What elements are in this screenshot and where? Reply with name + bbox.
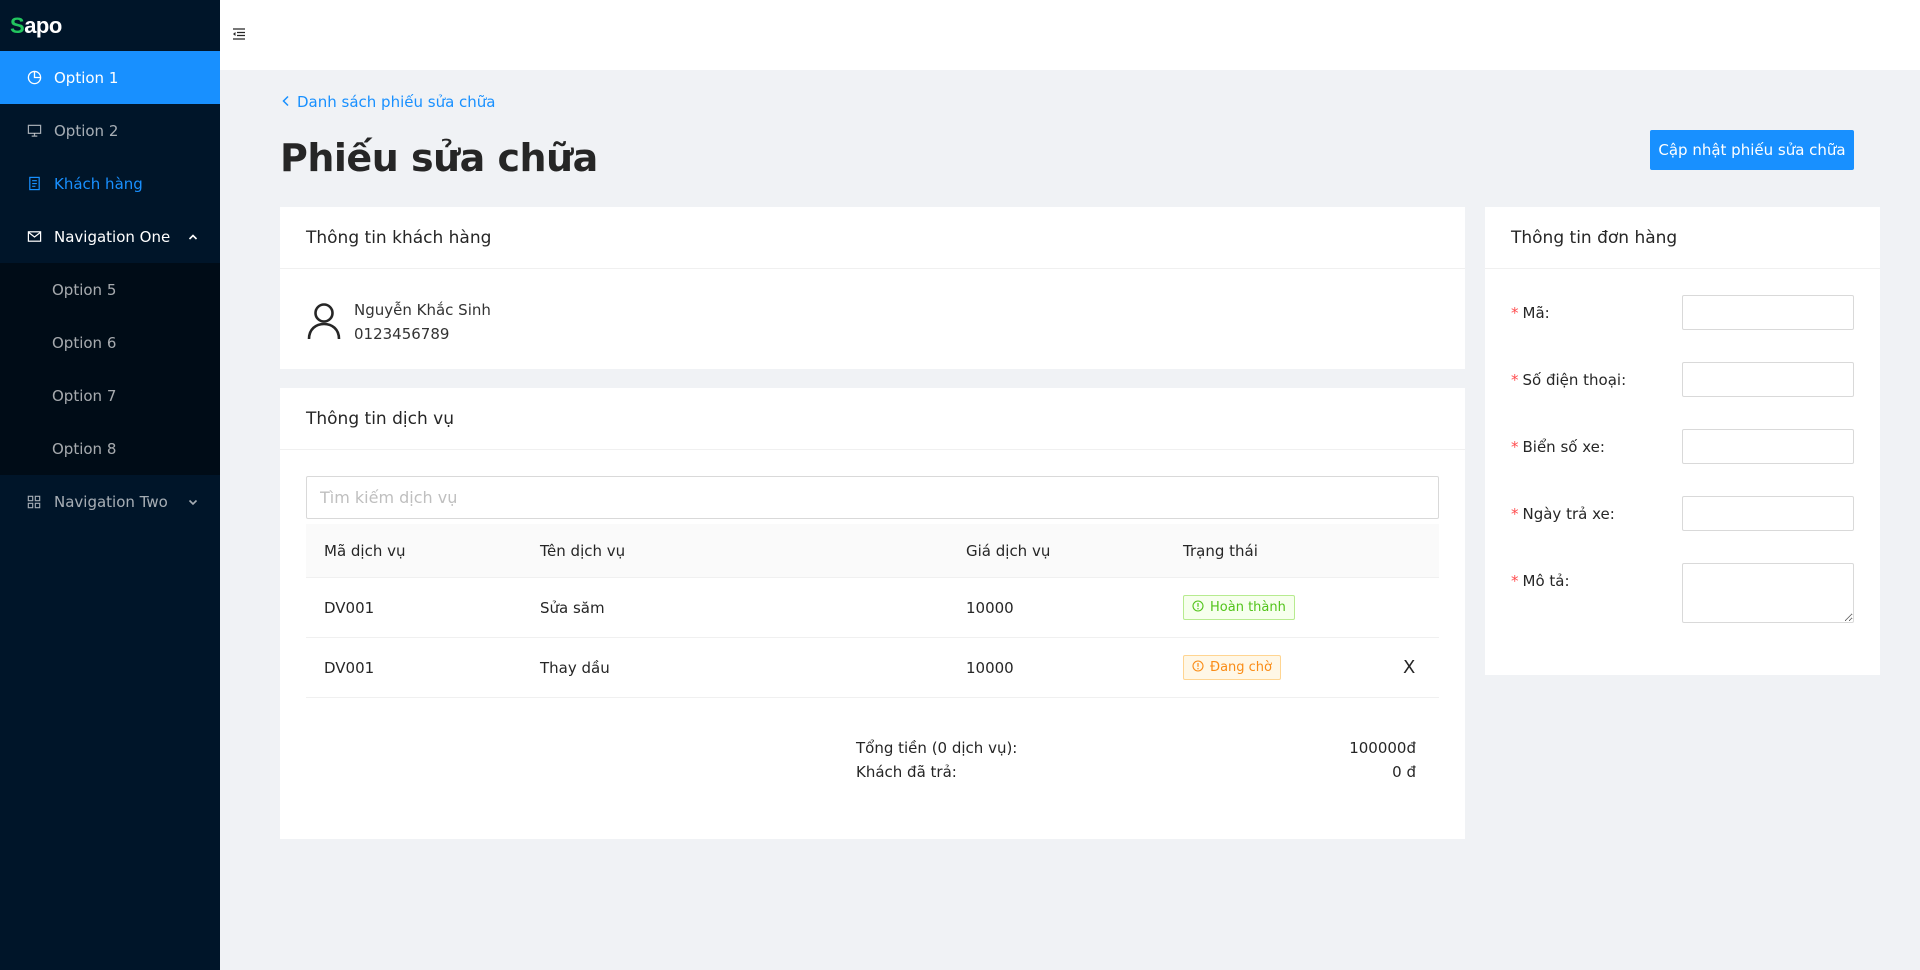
customer-name: Nguyễn Khắc Sinh <box>354 301 491 319</box>
chevron-down-icon <box>188 493 198 511</box>
service-code: DV001 <box>324 658 375 677</box>
form-row-plate: * Biển số xe: <box>1511 429 1854 464</box>
appstore-icon <box>26 494 42 510</box>
customer-card-title: Thông tin khách hàng <box>280 207 1465 269</box>
sidebar-item-label: Option 5 <box>52 280 117 299</box>
exclamation-circle-icon <box>1192 599 1204 616</box>
field-label: * Số điện thoại: <box>1511 370 1627 389</box>
form-row-return-date: * Ngày trả xe: <box>1511 496 1854 531</box>
table-row: DV001 Sửa săm 10000 Hoàn thành <box>306 578 1439 638</box>
sidebar-item-label: Khách hàng <box>54 174 143 193</box>
sidebar-item-label: Option 7 <box>52 386 117 405</box>
status-badge: Đang chờ <box>1183 655 1282 680</box>
sidebar-item-label: Navigation One <box>54 227 171 246</box>
desktop-icon <box>26 123 42 139</box>
service-info-card: Thông tin dịch vụ Mã dịch vụ Tên dịch vụ… <box>280 388 1465 839</box>
total-value: 100000đ <box>1349 739 1416 757</box>
sidebar-item-option-5[interactable]: Option 5 <box>0 263 220 316</box>
sidebar-item-navigation-two[interactable]: Navigation Two <box>0 475 220 528</box>
form-row-phone: * Số điện thoại: <box>1511 362 1854 397</box>
sidebar-item-khach-hang[interactable]: Khách hàng <box>0 157 220 210</box>
field-label: * Mô tả: <box>1511 572 1570 590</box>
paid-row: Khách đã trả: 0 đ <box>856 760 1416 784</box>
sidebar-item-navigation-one[interactable]: Navigation One <box>0 210 220 263</box>
status-label: Đang chờ <box>1210 660 1273 675</box>
sidebar-item-label: Option 6 <box>52 333 117 352</box>
exclamation-circle-icon <box>1192 659 1204 676</box>
description-field[interactable] <box>1682 563 1854 623</box>
order-info-card: Thông tin đơn hàng * Mã: * Số điện thoại: … <box>1485 207 1880 675</box>
sidebar-item-option-1[interactable]: Option 1 <box>0 51 220 104</box>
services-table: Mã dịch vụ Tên dịch vụ Giá dịch vụ Trạng… <box>306 524 1439 698</box>
sidebar-item-label: Option 8 <box>52 439 117 458</box>
top-header <box>220 0 1920 70</box>
menu-fold-icon[interactable] <box>232 27 246 45</box>
service-card-title: Thông tin dịch vụ <box>280 388 1465 450</box>
column-header: Mã dịch vụ <box>324 541 406 560</box>
sidebar-item-option-7[interactable]: Option 7 <box>0 369 220 422</box>
paid-label: Khách đã trả: <box>856 763 957 781</box>
service-name: Sửa săm <box>540 598 605 617</box>
customer-details: Nguyễn Khắc Sinh 0123456789 <box>354 298 491 346</box>
sidebar-item-label: Navigation Two <box>54 492 168 511</box>
pie-chart-icon <box>26 70 42 86</box>
status-tag-warning: Đang chờ <box>1183 655 1282 680</box>
service-code: DV001 <box>324 598 375 617</box>
field-label: * Mã: <box>1511 303 1550 322</box>
sidebar-item-option-8[interactable]: Option 8 <box>0 422 220 475</box>
customer-info-card: Thông tin khách hàng Nguyễn Khắc Sinh 01… <box>280 207 1465 369</box>
column-header: Giá dịch vụ <box>966 541 1051 560</box>
status-label: Hoàn thành <box>1210 600 1286 615</box>
back-link[interactable]: Danh sách phiếu sửa chữa <box>281 93 496 111</box>
form-row-code: * Mã: <box>1511 295 1854 330</box>
user-icon <box>306 302 342 344</box>
file-icon <box>26 176 42 192</box>
mail-icon <box>26 229 42 245</box>
sidebar: Sapo Option 1 Option 2 Khách hàng Naviga… <box>0 0 220 970</box>
phone-field[interactable] <box>1682 362 1854 397</box>
return-date-field[interactable] <box>1682 496 1854 531</box>
sidebar-item-option-2[interactable]: Option 2 <box>0 104 220 157</box>
service-price: 10000 <box>966 598 1014 617</box>
license-plate-field[interactable] <box>1682 429 1854 464</box>
form-row-description: * Mô tả: <box>1511 563 1854 623</box>
sidebar-item-option-6[interactable]: Option 6 <box>0 316 220 369</box>
field-label: * Ngày trả xe: <box>1511 504 1615 523</box>
service-name: Thay dầu <box>540 658 610 677</box>
total-row: Tổng tiền (0 dịch vụ): 100000đ <box>856 736 1416 760</box>
column-header: Trạng thái <box>1183 541 1258 560</box>
remove-service-button[interactable]: X <box>1403 657 1415 678</box>
page-title: Phiếu sửa chữa <box>280 136 598 180</box>
column-header: Tên dịch vụ <box>540 541 626 560</box>
service-search-input[interactable] <box>306 476 1439 519</box>
table-row: DV001 Thay dầu 10000 Đang chờ X <box>306 638 1439 698</box>
chevron-up-icon <box>188 228 198 246</box>
code-field[interactable] <box>1682 295 1854 330</box>
status-badge: Hoàn thành <box>1183 595 1295 620</box>
logo[interactable]: Sapo <box>0 0 220 51</box>
total-label: Tổng tiền (0 dịch vụ): <box>856 739 1018 757</box>
service-price: 10000 <box>966 658 1014 677</box>
paid-value: 0 đ <box>1392 763 1416 781</box>
order-card-title: Thông tin đơn hàng <box>1485 207 1880 269</box>
totals-summary: Tổng tiền (0 dịch vụ): 100000đ Khách đã … <box>856 736 1416 784</box>
sidebar-item-label: Option 2 <box>54 121 119 140</box>
customer-phone: 0123456789 <box>354 325 450 343</box>
update-repair-ticket-button[interactable]: Cập nhật phiếu sửa chữa <box>1650 130 1854 170</box>
status-tag-success: Hoàn thành <box>1183 595 1295 620</box>
sidebar-item-label: Option 1 <box>54 68 119 87</box>
field-label: * Biển số xe: <box>1511 437 1605 456</box>
chevron-left-icon <box>281 93 291 111</box>
back-link-label: Danh sách phiếu sửa chữa <box>297 93 496 111</box>
table-header: Mã dịch vụ Tên dịch vụ Giá dịch vụ Trạng… <box>306 524 1439 578</box>
navigation-one-submenu: Option 5 Option 6 Option 7 Option 8 <box>0 263 220 475</box>
logo-text: Sapo <box>10 12 62 38</box>
